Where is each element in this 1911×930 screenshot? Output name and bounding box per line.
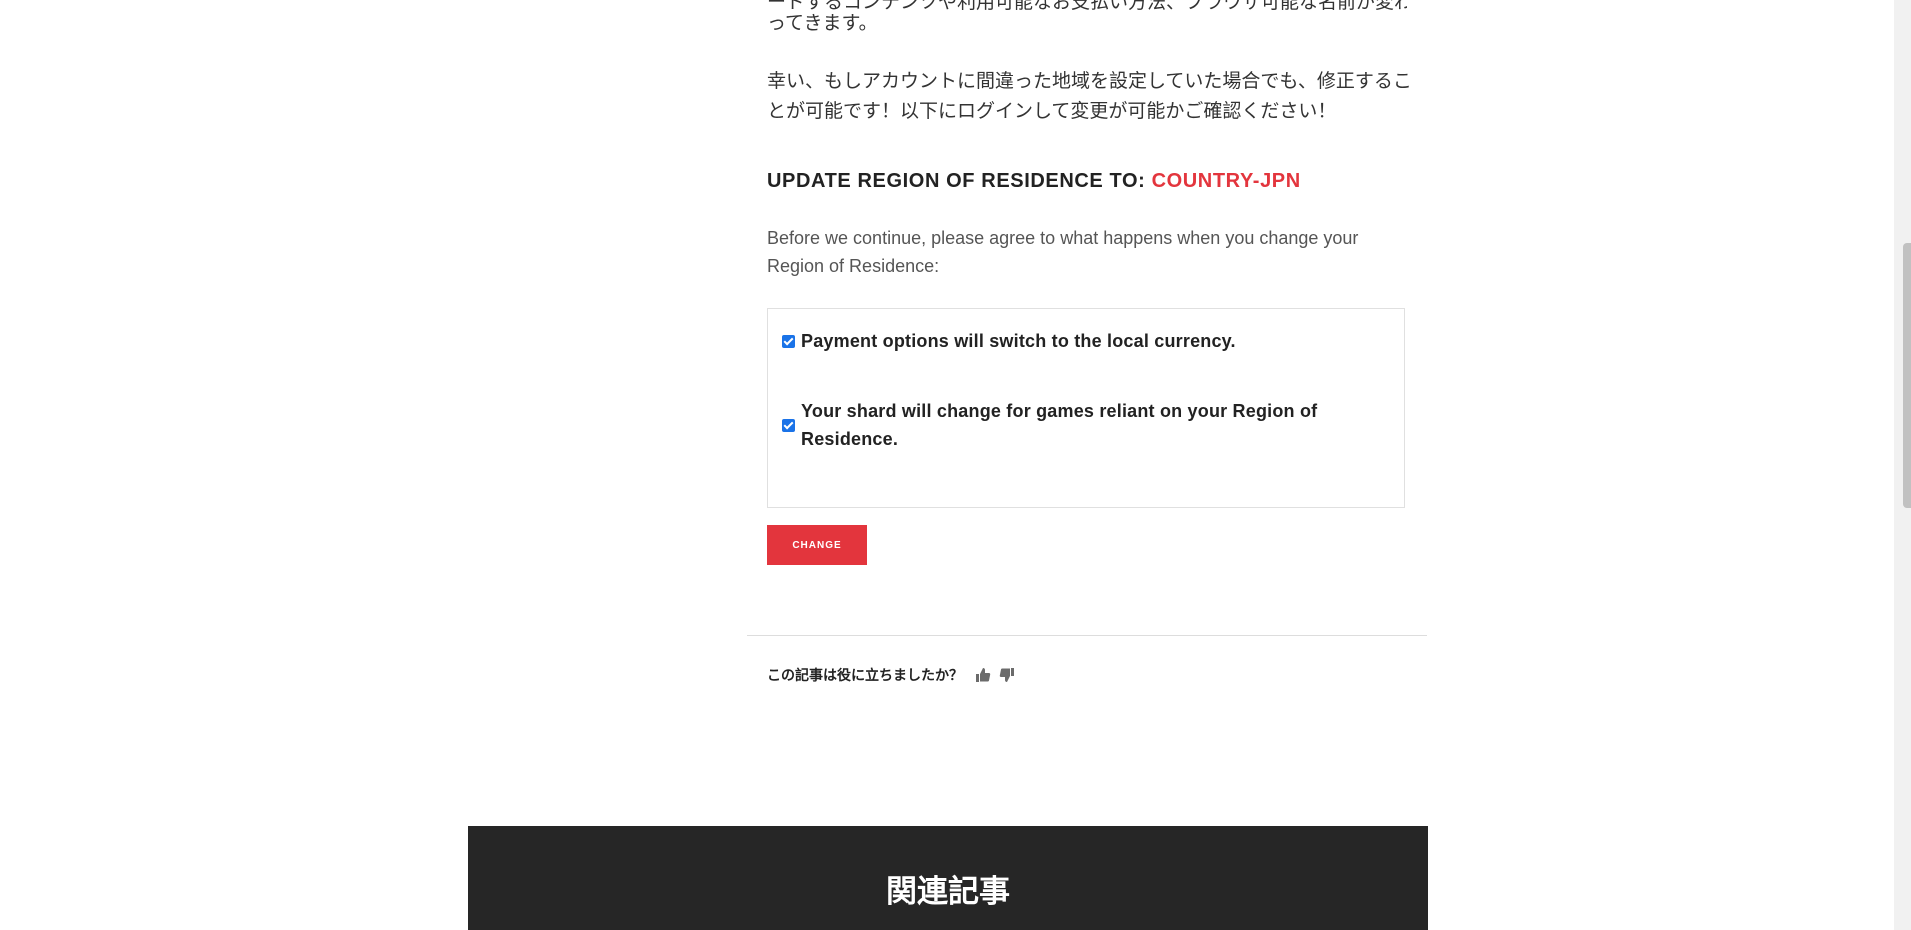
article-continued-line: ってきます。 [767,12,878,34]
related-articles-title: 関連記事 [886,874,1010,910]
feedback-row: この記事は役に立ちましたか？ [767,665,1017,685]
article-paragraph-line: 幸い、もしアカウントに間違った地域を設定していた場合でも、修正するこ [767,70,1412,92]
region-heading-prefix: UPDATE REGION OF RESIDENCE TO: [767,170,1152,192]
scrollbar-thumb[interactable] [1903,243,1911,508]
agreement-label-line: Residence. [801,429,899,449]
related-articles-section: 関連記事 [468,826,1428,930]
thumbs-up-icon-glyph [976,668,991,682]
region-intro-text: Before we continue, please agree to what… [767,224,1407,280]
change-button[interactable]: CHANGE [767,525,867,565]
agreement-row-shard: Your shard will change for games reliant… [782,397,1317,453]
region-intro-line: Before we continue, please agree to what… [767,228,1359,248]
feedback-question: この記事は役に立ちましたか？ [767,668,963,684]
thumbs-down-icon[interactable] [997,665,1017,685]
agreement-row-currency: Payment options will switch to the local… [782,327,1236,355]
agreement-label: Payment options will switch to the local… [801,327,1236,355]
thumbs-down-icon-glyph [999,668,1014,682]
agreement-box: Payment options will switch to the local… [767,308,1405,508]
currency-checkbox[interactable] [782,334,795,348]
region-intro-line: Region of Residence: [767,256,940,276]
agreement-label-line: Payment options will switch to the local… [801,331,1236,351]
region-heading: UPDATE REGION OF RESIDENCE TO: COUNTRY-J… [767,170,1301,193]
feedback-divider [747,635,1427,636]
region-country-code: COUNTRY-JPN [1151,170,1301,192]
article-paragraph: 幸い、もしアカウントに間違った地域を設定していた場合でも、修正するこ とが可能で… [767,66,1412,126]
agreement-label: Your shard will change for games reliant… [801,397,1317,453]
shard-checkbox[interactable] [782,418,795,432]
article-paragraph-line: とが可能です！以下にログインして変更が可能かご確認ください！ [767,100,1337,122]
page: ードするコンテンツや利用可能なお支払い方法、ブラウザ可能な名前が変わ ってきます… [0,0,1911,930]
agreement-label-line: Your shard will change for games reliant… [801,401,1318,421]
thumbs-up-icon[interactable] [973,665,993,685]
